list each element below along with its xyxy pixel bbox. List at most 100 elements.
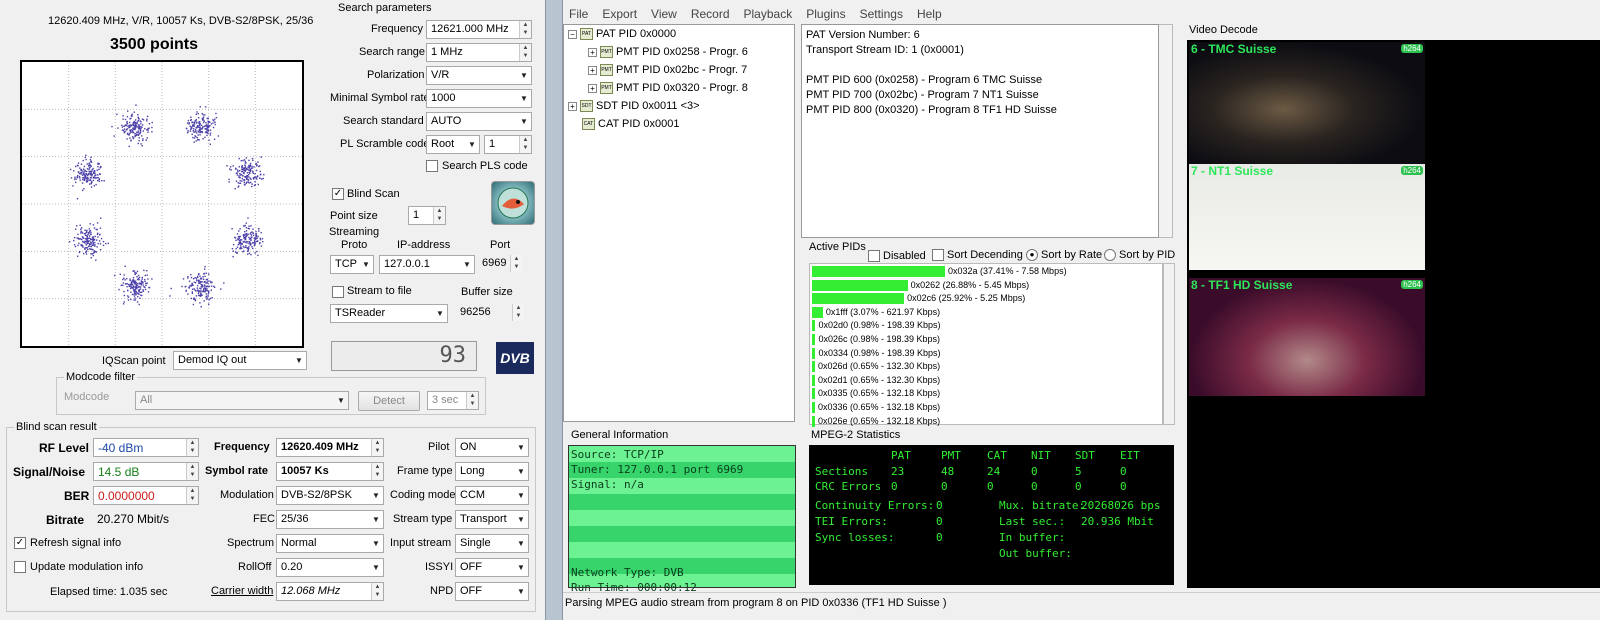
- menu-playback[interactable]: Playback: [744, 7, 793, 21]
- video-decode-title: Video Decode: [1189, 24, 1258, 36]
- npd-select[interactable]: OFF ▼: [455, 582, 529, 601]
- sections-value: 48: [941, 465, 955, 478]
- pat-info-line: PAT Version Number: 6: [806, 29, 920, 41]
- detect-button[interactable]: Detect: [358, 391, 420, 411]
- video-channel-7[interactable]: 7 - NT1 Suisse h264: [1189, 164, 1425, 270]
- signal-noise-spinner[interactable]: ▲ ▼: [186, 463, 198, 480]
- min-symbol-rate-select[interactable]: 1000 ▼: [426, 89, 532, 108]
- pid-tree[interactable]: − PAT PAT PID 0x0000 + PMT PMT PID 0x0258 - …: [563, 24, 795, 422]
- port-input[interactable]: 6969 ▲ ▼: [478, 255, 522, 274]
- rolloff-select[interactable]: 0.20 ▼: [276, 558, 384, 577]
- sort-by-pid-radio[interactable]: [1104, 249, 1116, 261]
- spectrum-select[interactable]: Normal ▼: [276, 534, 384, 553]
- tree-item-pmt1[interactable]: + PMT PMT PID 0x0258 - Progr. 6: [588, 46, 748, 59]
- search-pls-checkbox[interactable]: [426, 160, 438, 172]
- collapse-icon[interactable]: −: [568, 29, 577, 39]
- expand-icon[interactable]: +: [568, 101, 577, 111]
- menubar: File Export View Record Playback Plugins Setti…: [563, 3, 1600, 21]
- ber-spinner[interactable]: ▲ ▼: [186, 487, 198, 504]
- rf-level-spinner[interactable]: ▲ ▼: [186, 439, 198, 456]
- blind-scan-checkbox[interactable]: ✓: [332, 188, 344, 200]
- out-buffer-label: Out buffer:: [999, 547, 1072, 560]
- search-range-label: Search range: [359, 46, 426, 58]
- refresh-signal-checkbox[interactable]: ✓: [14, 537, 26, 549]
- frequency-spinner[interactable]: ▲ ▼: [519, 21, 531, 38]
- menu-plugins[interactable]: Plugins: [806, 7, 845, 21]
- point-size-input[interactable]: 1 ▲ ▼: [408, 206, 446, 225]
- input-stream-select[interactable]: Single ▼: [455, 534, 529, 553]
- expand-icon[interactable]: +: [588, 65, 597, 75]
- blind-scan-result-title: Blind scan result: [14, 421, 99, 433]
- dvb-logo: DVB: [496, 342, 534, 374]
- point-size-spinner[interactable]: ▲ ▼: [433, 207, 445, 224]
- buffer-size-input[interactable]: 96256 ▲ ▼: [456, 304, 524, 323]
- modulation-select[interactable]: DVB-S2/8PSK ▼: [276, 486, 384, 505]
- buffer-size-spinner[interactable]: ▲ ▼: [512, 304, 524, 321]
- ber-label: BER: [64, 489, 90, 503]
- pat-info-scrollbar[interactable]: [1159, 24, 1173, 238]
- iq-scan-select[interactable]: Demod IQ out ▼: [173, 351, 307, 370]
- mux-bitrate-value: 20268026 bps: [1081, 499, 1161, 512]
- menu-help[interactable]: Help: [917, 7, 942, 21]
- modcode-select[interactable]: All ▼: [135, 391, 349, 410]
- sort-decending-checkbox[interactable]: [932, 249, 944, 261]
- menu-export[interactable]: Export: [602, 7, 637, 21]
- sort-by-rate-radio[interactable]: ●: [1026, 249, 1038, 261]
- active-pids-list[interactable]: 0x032a (37.41% - 7.58 Mbps) 0x0262 (26.88…: [809, 263, 1163, 427]
- stream-to-file-checkbox[interactable]: [332, 286, 344, 298]
- video-channel-6[interactable]: 6 - TMC Suisse h264: [1189, 42, 1425, 164]
- menu-record[interactable]: Record: [691, 7, 730, 21]
- proto-select[interactable]: TCP ▼: [330, 255, 374, 274]
- search-range-spinner[interactable]: ▲ ▼: [519, 44, 531, 61]
- pilot-select[interactable]: ON ▼: [455, 438, 529, 457]
- pid-rate-bar: [812, 388, 815, 400]
- stream-to-file-label: Stream to file: [347, 285, 412, 297]
- search-standard-select[interactable]: AUTO ▼: [426, 112, 532, 131]
- polarization-select[interactable]: V/R ▼: [426, 66, 532, 85]
- interval-spinner[interactable]: ▲ ▼: [466, 392, 478, 409]
- menu-file[interactable]: File: [569, 7, 588, 21]
- update-modulation-checkbox[interactable]: [14, 561, 26, 573]
- tree-item-pmt2[interactable]: + PMT PMT PID 0x02bc - Progr. 7: [588, 64, 747, 77]
- issyi-select[interactable]: OFF ▼: [455, 558, 529, 577]
- disabled-checkbox[interactable]: [868, 250, 880, 262]
- tree-item-pat[interactable]: − PAT PAT PID 0x0000: [568, 28, 676, 41]
- general-info-line: Tuner: 127.0.0.1 port 6969: [571, 462, 744, 476]
- search-range-input[interactable]: 1 MHz ▲ ▼: [426, 43, 532, 62]
- symbol-rate-spinner[interactable]: ▲ ▼: [371, 463, 383, 480]
- carrier-width-spinner[interactable]: ▲ ▼: [371, 583, 383, 600]
- crc-value: 0: [1120, 480, 1127, 493]
- continuity-value: 0: [936, 499, 943, 512]
- coding-mode-select[interactable]: CCM ▼: [455, 486, 529, 505]
- reader-select[interactable]: TSReader ▼: [330, 304, 448, 323]
- mpeg-column-header: NIT: [1031, 449, 1051, 462]
- pl-scramble-mode-select[interactable]: Root ▼: [426, 135, 480, 154]
- pl-scramble-code-input[interactable]: 1 ▲ ▼: [484, 135, 532, 154]
- expand-icon[interactable]: +: [588, 83, 597, 93]
- sdt-node-icon: SDT: [580, 100, 593, 113]
- port-spinner[interactable]: ▲ ▼: [510, 255, 522, 272]
- fec-select[interactable]: 25/36 ▼: [276, 510, 384, 529]
- tree-item-sdt[interactable]: + SDT SDT PID 0x0011 <3>: [568, 100, 700, 113]
- tree-item-pmt3[interactable]: + PMT PMT PID 0x0320 - Progr. 8: [588, 82, 748, 95]
- menu-settings[interactable]: Settings: [860, 7, 903, 21]
- active-pids-scrollbar[interactable]: [1163, 263, 1175, 425]
- app-logo-icon[interactable]: [491, 181, 535, 225]
- chevron-down-icon: ▼: [436, 309, 444, 318]
- carrier-width-label[interactable]: Carrier width: [211, 585, 273, 597]
- sections-value: 0: [1031, 465, 1038, 478]
- tree-item-cat[interactable]: CAT CAT PID 0x0001: [582, 118, 680, 131]
- expand-icon[interactable]: +: [588, 47, 597, 57]
- video-channel-8[interactable]: 8 - TF1 HD Suisse h264: [1189, 278, 1425, 396]
- chevron-down-icon: ▼: [520, 117, 528, 126]
- pl-scramble-spinner[interactable]: ▲ ▼: [519, 136, 531, 153]
- chevron-down-icon: ▼: [517, 491, 525, 500]
- result-frequency-spinner[interactable]: ▲ ▼: [371, 439, 383, 456]
- ip-address-select[interactable]: 127.0.0.1 ▼: [379, 255, 475, 274]
- constellation-cluster: [226, 156, 265, 190]
- frame-type-select[interactable]: Long ▼: [455, 462, 529, 481]
- stream-type-select[interactable]: Transport ▼: [455, 510, 529, 529]
- detect-interval-select[interactable]: 3 sec ▲ ▼: [427, 391, 479, 410]
- menu-view[interactable]: View: [651, 7, 677, 21]
- frequency-input[interactable]: 12621.000 MHz ▲ ▼: [426, 20, 532, 39]
